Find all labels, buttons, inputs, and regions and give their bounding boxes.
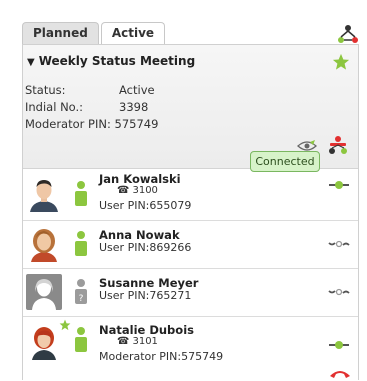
- phone-icon: ☎: [117, 185, 130, 196]
- tab-bar: Planned Active: [22, 22, 167, 45]
- extension-number: 3101: [132, 336, 158, 347]
- participant-row[interactable]: Natalie Dubois ☎ 3101 Moderator PIN:57574…: [23, 316, 358, 381]
- avatar: [26, 274, 62, 310]
- participant-pin: Moderator PIN:575749: [99, 350, 224, 363]
- moderator-pin-label: Moderator PIN:: [25, 117, 111, 131]
- phone-icon: ☎: [117, 336, 130, 347]
- participant-row[interactable]: Jan Kowalski ☎ 3100 User PIN:655079: [23, 168, 358, 221]
- connected-tooltip: Connected: [250, 151, 320, 172]
- unknown-role-icon: ?: [75, 279, 87, 304]
- participant-extension: ☎ 3100: [117, 185, 158, 196]
- disconnected-status-icon[interactable]: [327, 285, 351, 299]
- participant-extension: ☎ 3101: [117, 336, 158, 347]
- avatar: [26, 324, 62, 360]
- tab-active[interactable]: Active: [100, 22, 166, 45]
- connected-status-icon[interactable]: [327, 338, 351, 352]
- participant-pin: User PIN:765271: [99, 289, 192, 302]
- participant-row[interactable]: Anna Nowak User PIN:869266: [23, 220, 358, 269]
- participant-name: Susanne Meyer: [99, 276, 199, 290]
- moderator-pin-line: Moderator PIN: 575749: [25, 117, 158, 131]
- disconnected-status-icon[interactable]: [327, 237, 351, 251]
- participant-pin: User PIN:655079: [99, 199, 192, 212]
- indial-line: Indial No.: 3398: [25, 100, 148, 114]
- conference-network-icon[interactable]: [337, 24, 359, 44]
- indial-value: 3398: [119, 100, 149, 114]
- extension-number: 3100: [132, 185, 158, 196]
- tab-planned[interactable]: Planned: [22, 22, 99, 44]
- user-role-icon: [75, 181, 87, 206]
- hangup-icon[interactable]: [329, 367, 351, 379]
- participant-name: Anna Nowak: [99, 228, 180, 242]
- status-line: Status: Active: [25, 83, 155, 97]
- moderator-pin-value: 575749: [114, 117, 159, 131]
- collapse-triangle-icon[interactable]: ▼: [27, 57, 35, 68]
- user-role-icon: [75, 231, 87, 256]
- svg-text:?: ?: [79, 294, 84, 304]
- conference-panel: ▼ Weekly Status Meeting Status: Active In…: [22, 44, 359, 380]
- avatar: [26, 226, 62, 262]
- star-icon[interactable]: [332, 53, 350, 71]
- indial-label: Indial No.:: [25, 100, 84, 114]
- conference-title[interactable]: ▼ Weekly Status Meeting: [27, 54, 195, 68]
- connected-status-icon[interactable]: [327, 178, 351, 192]
- conference-title-text: Weekly Status Meeting: [38, 54, 196, 68]
- status-value: Active: [119, 83, 155, 97]
- conference-members-icon[interactable]: [327, 135, 349, 155]
- star-icon: [59, 319, 71, 331]
- status-label: Status:: [25, 83, 66, 97]
- participant-name: Jan Kowalski: [99, 172, 181, 186]
- avatar: [26, 176, 62, 212]
- participant-name: Natalie Dubois: [99, 323, 194, 337]
- participant-row[interactable]: ? Susanne Meyer User PIN:765271: [23, 268, 358, 317]
- participant-pin: User PIN:869266: [99, 241, 192, 254]
- user-role-icon: [75, 327, 87, 352]
